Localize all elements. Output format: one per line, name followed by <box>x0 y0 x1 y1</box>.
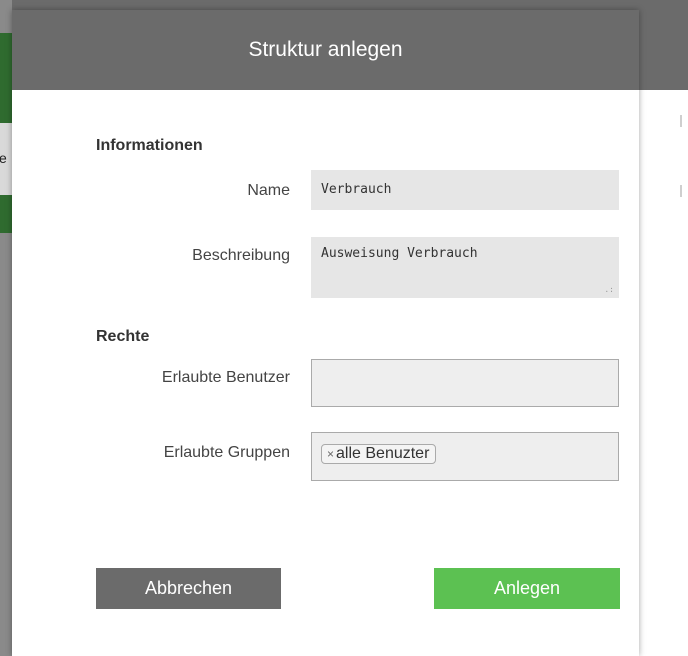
background-partial-text: ze <box>0 150 7 166</box>
name-field[interactable]: Verbrauch <box>311 170 619 210</box>
description-value: Ausweisung Verbrauch <box>321 246 478 261</box>
background-green-banner <box>0 33 12 123</box>
group-tag-label: alle Benuzter <box>336 445 430 462</box>
allowed-groups-label: Erlaubte Gruppen <box>163 444 290 461</box>
dialog-header: Struktur anlegen <box>12 10 639 90</box>
background-green-bar <box>0 195 12 233</box>
background-page-right <box>639 90 688 656</box>
allowed-users-label: Erlaubte Benutzer <box>161 369 290 386</box>
tag-remove-icon[interactable]: × <box>327 447 334 461</box>
description-label: Beschreibung <box>192 247 290 264</box>
create-structure-dialog: Struktur anlegen Informationen Name Verb… <box>12 10 639 656</box>
background-mark <box>680 115 682 127</box>
description-textarea[interactable]: Ausweisung Verbrauch .: <box>311 237 619 298</box>
allowed-groups-field[interactable]: × alle Benuzter <box>311 432 619 481</box>
section-heading-rights: Rechte <box>96 328 150 345</box>
name-label: Name <box>247 182 290 199</box>
cancel-button[interactable]: Abbrechen <box>96 568 281 609</box>
create-button[interactable]: Anlegen <box>434 568 620 609</box>
background-mark <box>680 185 682 197</box>
dialog-title: Struktur anlegen <box>248 38 403 61</box>
viewport: ze Struktur anlegen Informationen Name V… <box>0 0 688 656</box>
allowed-users-field[interactable] <box>311 359 619 407</box>
section-heading-information: Informationen <box>96 137 203 154</box>
group-tag: × alle Benuzter <box>321 444 437 464</box>
resize-grip-icon[interactable]: .: <box>604 286 614 294</box>
